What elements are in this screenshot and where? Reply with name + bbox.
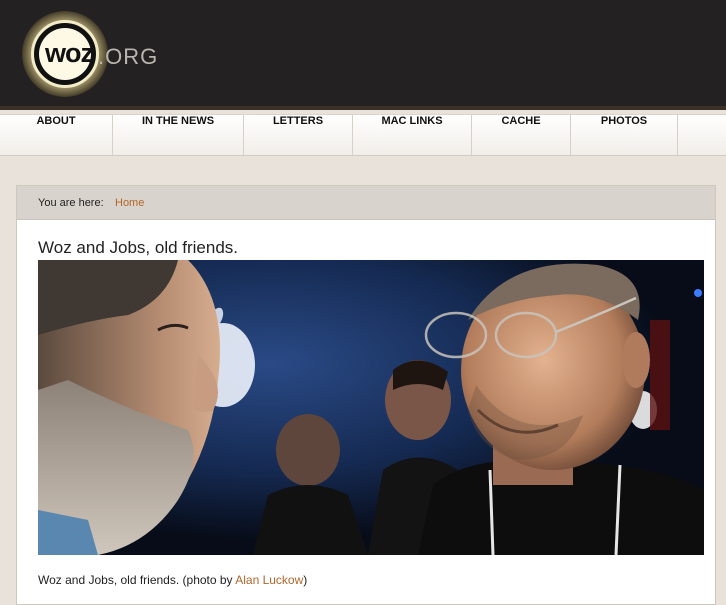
caption-text: Woz and Jobs, old friends. (photo by (38, 573, 236, 587)
photo-caption: Woz and Jobs, old friends. (photo by Ala… (38, 573, 307, 587)
nav-item-about[interactable]: ABOUT (0, 115, 113, 155)
logo-suffix: .ORG (98, 44, 159, 69)
article-photo (38, 260, 704, 555)
main-nav: ABOUT IN THE NEWS LETTERS MAC LINKS CACH… (0, 114, 726, 156)
caption-close: ) (303, 573, 308, 587)
nav-item-in-the-news[interactable]: IN THE NEWS (113, 115, 244, 155)
site-logo[interactable]: woz .ORG (22, 11, 172, 101)
photo-image (38, 260, 704, 555)
breadcrumb-label: You are here: (38, 197, 104, 209)
logo-text: woz (45, 38, 94, 68)
header-divider (0, 106, 726, 110)
nav-item-cache[interactable]: CACHE (472, 115, 571, 155)
content-panel: You are here: Home Woz and Jobs, old fri… (16, 185, 716, 605)
nav-item-letters[interactable]: LETTERS (244, 115, 353, 155)
nav-item-photos[interactable]: PHOTOS (571, 115, 678, 155)
site-header: woz .ORG (0, 0, 726, 106)
breadcrumb: You are here: Home (17, 186, 715, 220)
nav-item-mac-links[interactable]: MAC LINKS (353, 115, 472, 155)
breadcrumb-home-link[interactable]: Home (115, 197, 144, 209)
article-title: Woz and Jobs, old friends. (38, 238, 239, 257)
caption-author-link[interactable]: Alan Luckow (235, 573, 303, 587)
